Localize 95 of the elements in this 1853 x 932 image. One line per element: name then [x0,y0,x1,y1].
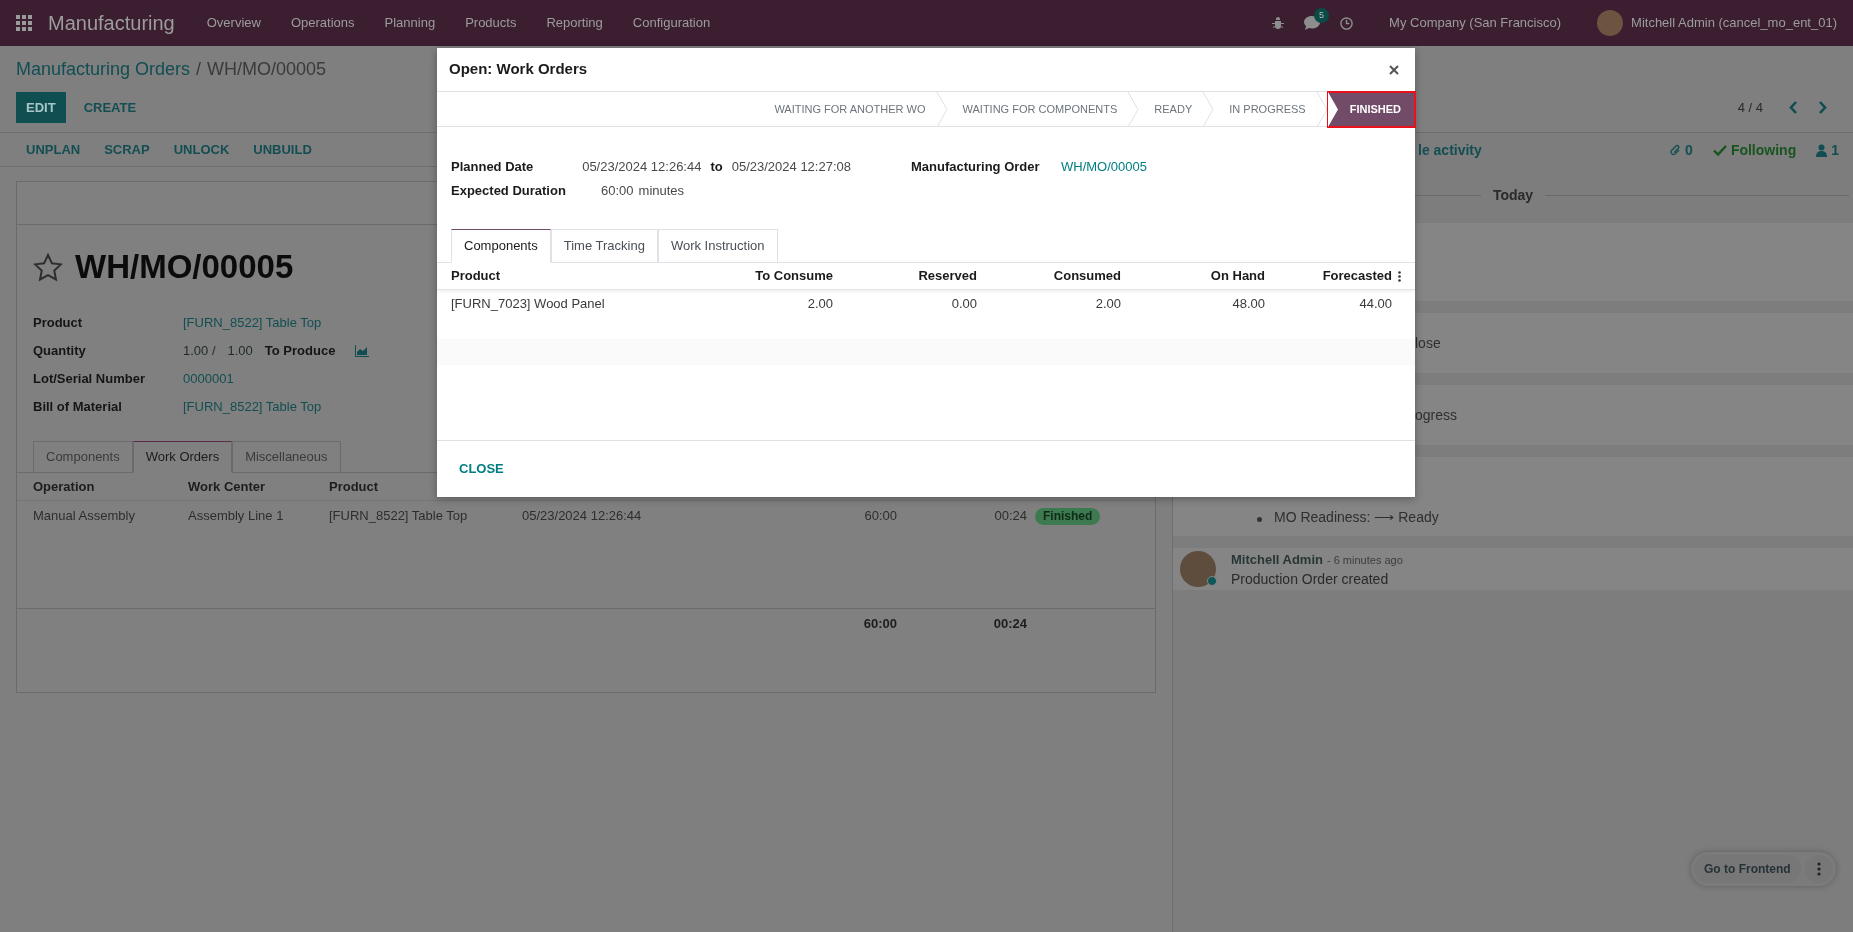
date-value: 05/23/2024 12:26:44 [582,158,702,177]
status-stage[interactable]: WAITING FOR ANOTHER WO [759,92,948,127]
field-label: Product [33,314,84,333]
table-cell-text: Manual Assembly [33,507,136,526]
form-tab[interactable]: Work Orders [132,441,233,473]
column-header: Product [451,268,501,284]
person-icon[interactable] [1816,143,1828,157]
app-name[interactable]: Manufacturing [48,8,175,38]
field-label: Quantity [33,342,87,361]
check-icon [1712,144,1727,156]
go-to-frontend-button[interactable]: Go to Frontend [1694,855,1801,883]
company-switcher[interactable]: My Company (San Francisco) [1389,13,1562,33]
status-stage[interactable]: IN PROGRESS [1214,92,1328,127]
field-label: Bill of Material [33,398,123,417]
bullet-icon [1257,517,1262,522]
message-text: lose [1415,333,1441,353]
quantity-value: 1.00 / [183,342,216,361]
pager-value: 4 / 4 [1737,98,1763,117]
close-icon[interactable] [1389,64,1399,75]
more-options-button[interactable] [1804,855,1833,883]
table-cell-text: 05/23/2024 12:26:44 [522,507,643,526]
tracking-value: MO Readiness: ⟶ Ready [1274,508,1439,527]
menu-item[interactable]: Products [465,13,517,33]
total-real: 00:24 [992,615,1027,634]
message-body: Production Order created [1231,570,1389,587]
forecast-chart-icon[interactable] [355,345,370,357]
field-label: Manufacturing Order [911,158,1041,177]
edit-button[interactable]: EDIT [16,92,66,123]
quantity-max: 1.00 [227,342,253,361]
menu-item[interactable]: Operations [290,13,355,33]
user-avatar[interactable] [1597,10,1624,36]
table-cell-text: Assembly Line 1 [188,507,285,526]
table-cell-text: [FURN_7023] Wood Panel [451,294,606,313]
column-header: Product [329,477,380,496]
table-cell-text: 60:00 [863,507,897,526]
total-expected: 60:00 [862,615,897,634]
unit-label: To Produce [264,342,336,361]
app-grid-icon[interactable] [16,15,32,31]
table-cell-text: 2.00 [806,294,833,313]
status-stage[interactable]: FINISHED [1327,92,1415,127]
kebab-icon [1816,862,1821,876]
paperclip-icon[interactable] [1670,143,1682,157]
record-title: WH/MO/00005 [75,247,294,287]
user-menu[interactable]: Mitchell Admin (cancel_mo_ent_01) [1631,13,1837,33]
table-cell-text: 48.00 [1231,294,1265,313]
menu-item[interactable]: Planning [384,13,436,33]
star-icon[interactable] [33,252,63,282]
table-cell-text: 0.00 [950,294,977,313]
author-avatar [1180,551,1216,587]
column-header: Consumed [1053,267,1121,286]
menu-item[interactable]: Overview [206,13,261,33]
menu-item[interactable]: Configuration [632,13,711,33]
table-cell-text: 00:24 [993,507,1027,526]
breadcrumb-current: WH/MO/00005 [207,59,327,79]
column-header: Operation [33,477,96,496]
status-stage[interactable]: WAITING FOR COMPONENTS [947,92,1140,127]
dialog-title: Open: Work Orders [449,59,588,80]
field-label: Planned Date [451,158,535,177]
dialog-tab[interactable]: Components [451,229,551,263]
date-value: 05/23/2024 12:27:08 [731,158,851,177]
dialog-tab[interactable]: Work Instruction [657,229,778,263]
date-divider: Today [1491,185,1535,205]
column-header: Reserved [918,267,977,286]
message-text: ogress [1415,405,1458,425]
column-header: Forecasted [1322,267,1392,286]
menu-item[interactable]: Reporting [546,13,603,33]
arrow-notch-icon [1327,92,1338,127]
dialog-tab[interactable]: Time Tracking [550,229,658,263]
breadcrumb-separator: / [196,59,202,79]
kebab-icon[interactable] [1398,270,1401,282]
message-author: Mitchell Admin [1231,550,1323,569]
message-count-badge: 5 [1314,8,1330,23]
close-button[interactable]: CLOSE [459,459,504,479]
form-tab[interactable]: Miscellaneous [232,441,341,473]
table-cell-text: 44.00 [1358,294,1393,313]
duration-value: 60:00 [601,182,634,201]
date-connector: to [710,158,723,177]
table-cell-text: 2.00 [1094,294,1121,313]
manufacturing-order-link[interactable]: WH/MO/00005 [1061,157,1147,177]
message-time: - 6 minutes ago [1326,552,1403,568]
column-header: On Hand [1210,267,1265,286]
field-label: Lot/Serial Number [33,370,146,389]
field-label: Expected Duration [451,182,567,201]
duration-unit: minutes [638,182,685,201]
previous-icon[interactable] [1789,101,1798,114]
column-header: Work Center [188,477,267,496]
status-stage[interactable]: READY [1139,92,1215,127]
bug-icon[interactable] [1272,16,1285,30]
form-tab[interactable]: Components [33,441,133,473]
clock-icon[interactable] [1340,16,1354,30]
online-status-icon [1207,576,1217,586]
next-icon[interactable] [1818,101,1827,114]
table-cell-text: [FURN_8522] Table Top [329,507,469,526]
status-badge: Finished [1035,507,1101,525]
column-header: To Consume [755,267,833,286]
